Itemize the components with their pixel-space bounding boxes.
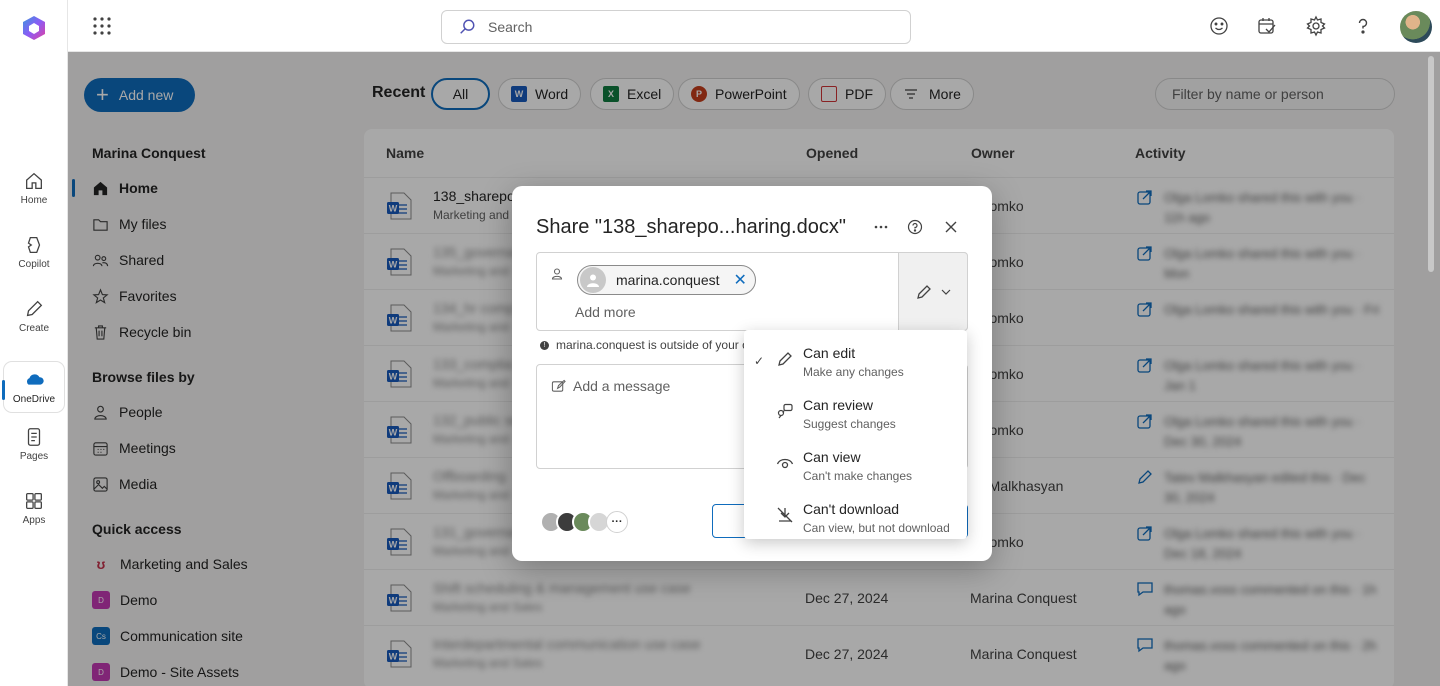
rail-label: Apps bbox=[22, 515, 46, 526]
home-icon bbox=[26, 172, 42, 189]
pencil-icon bbox=[917, 284, 931, 299]
tasks-icon[interactable] bbox=[1256, 15, 1278, 37]
pen-icon bbox=[26, 300, 43, 317]
more-options-icon[interactable] bbox=[872, 218, 890, 236]
rail-label: Create bbox=[18, 323, 49, 334]
info-icon: ! bbox=[540, 340, 549, 350]
feedback-smiley-icon[interactable] bbox=[1208, 15, 1230, 37]
onedrive-icon bbox=[26, 374, 44, 385]
menu-item-title: Can review bbox=[803, 397, 874, 413]
app-launcher-icon[interactable] bbox=[92, 16, 112, 36]
menu-item-can-review[interactable]: Can review Suggest changes bbox=[744, 388, 967, 440]
menu-item-can-edit[interactable]: ✓ Can edit Make any changes bbox=[744, 336, 967, 388]
eye-icon bbox=[776, 458, 794, 469]
rail-item-copilot[interactable]: Copilot bbox=[4, 224, 64, 280]
review-icon bbox=[777, 403, 793, 419]
no-download-icon bbox=[777, 507, 793, 523]
warning-text: marina.conquest is outside of your o bbox=[556, 338, 749, 352]
message-placeholder: Add a message bbox=[573, 378, 671, 394]
pages-icon bbox=[27, 428, 41, 446]
menu-item-subtitle: Make any changes bbox=[803, 365, 904, 379]
rail-label: Home bbox=[20, 195, 48, 206]
pencil-icon bbox=[778, 352, 792, 366]
menu-item-title: Can't download bbox=[803, 501, 900, 517]
menu-item-subtitle: Can view, but not download bbox=[803, 521, 950, 535]
apps-icon bbox=[26, 493, 42, 509]
rail-item-onedrive[interactable]: OneDrive bbox=[2, 362, 64, 412]
scrollbar[interactable] bbox=[1428, 56, 1434, 272]
menu-item-title: Can edit bbox=[803, 345, 856, 361]
compose-icon bbox=[551, 379, 566, 392]
help-circle-icon[interactable] bbox=[906, 218, 924, 236]
user-avatar[interactable] bbox=[1400, 11, 1432, 43]
rail-item-apps[interactable]: Apps bbox=[4, 480, 64, 536]
more-people-icon: ··· bbox=[606, 511, 628, 533]
people-with-access[interactable]: ··· bbox=[540, 511, 628, 533]
permission-dropdown-button[interactable] bbox=[898, 252, 968, 331]
menu-item-cant-download[interactable]: Can't download Can view, but not downloa… bbox=[744, 492, 967, 544]
person-outline-icon bbox=[551, 268, 563, 280]
close-icon[interactable] bbox=[942, 218, 960, 236]
recipients-field[interactable]: marina.conquest ✕ Add more bbox=[536, 252, 968, 331]
search-icon bbox=[460, 19, 475, 34]
rail-item-create[interactable]: Create bbox=[4, 288, 64, 344]
top-bar: Search bbox=[68, 0, 1440, 52]
remove-recipient-icon[interactable]: ✕ bbox=[734, 270, 747, 290]
chevron-down-icon bbox=[941, 289, 951, 295]
search-placeholder: Search bbox=[488, 19, 533, 35]
rail-label: OneDrive bbox=[12, 394, 56, 405]
external-warning: ! marina.conquest is outside of your o bbox=[540, 338, 749, 352]
permission-menu: ✓ Can edit Make any changes Can review S… bbox=[744, 330, 967, 539]
dialog-title: Share "138_sharepo...haring.docx" bbox=[536, 216, 846, 238]
recipient-avatar bbox=[580, 267, 606, 293]
rail-item-home[interactable]: Home bbox=[4, 160, 64, 216]
help-icon[interactable] bbox=[1352, 15, 1374, 37]
recipient-chip[interactable]: marina.conquest ✕ bbox=[577, 265, 756, 295]
add-more-input[interactable]: Add more bbox=[575, 304, 636, 320]
rail-item-pages[interactable]: Pages bbox=[4, 416, 64, 472]
rail-label: Copilot bbox=[18, 259, 50, 270]
menu-item-subtitle: Suggest changes bbox=[803, 417, 896, 431]
m365-logo-icon[interactable] bbox=[20, 14, 48, 42]
search-box[interactable]: Search bbox=[441, 10, 911, 44]
menu-item-can-view[interactable]: Can view Can't make changes bbox=[744, 440, 967, 492]
menu-item-subtitle: Can't make changes bbox=[803, 469, 913, 483]
copilot-icon bbox=[27, 237, 41, 253]
recipient-name: marina.conquest bbox=[616, 272, 720, 288]
menu-item-title: Can view bbox=[803, 449, 861, 465]
app-rail: Home Copilot Create OneDrive Pages Apps bbox=[0, 0, 68, 686]
settings-gear-icon[interactable] bbox=[1305, 15, 1327, 37]
checkmark-icon: ✓ bbox=[754, 354, 765, 368]
rail-label: Pages bbox=[19, 451, 49, 462]
